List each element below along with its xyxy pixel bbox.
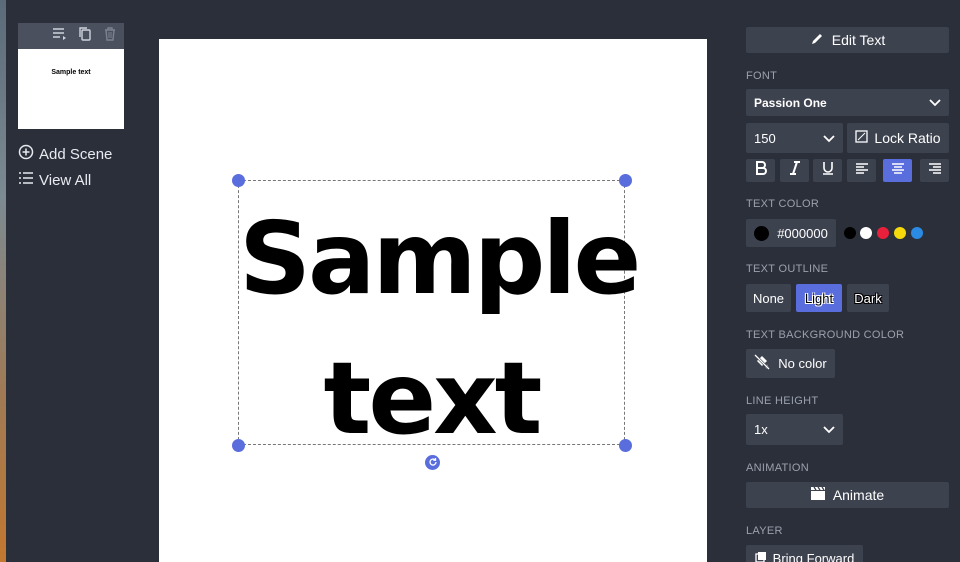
no-color-label: No color: [778, 356, 827, 371]
scene-thumbnail[interactable]: Sample text: [18, 23, 124, 129]
text-line-2: text: [323, 340, 543, 457]
align-left-icon: [855, 162, 869, 180]
no-color-button[interactable]: No color: [746, 349, 835, 378]
swatch-white[interactable]: [860, 227, 872, 239]
resize-handle-bottom-left[interactable]: [232, 439, 245, 452]
align-right-icon: [928, 162, 942, 180]
scene-thumbnail-toolbar: [18, 23, 124, 49]
canvas-area: Sample text: [134, 0, 733, 562]
lock-ratio-button[interactable]: Lock Ratio: [847, 123, 949, 153]
bring-forward-button[interactable]: Bring Forward: [746, 545, 863, 562]
layer-label: LAYER: [746, 525, 783, 537]
swatch-blue[interactable]: [911, 227, 923, 239]
plus-circle-icon: [18, 144, 34, 164]
animation-label: ANIMATION: [746, 462, 809, 474]
line-height-value: 1x: [754, 422, 768, 437]
font-name: Passion One: [754, 95, 827, 110]
rotate-handle[interactable]: [425, 455, 440, 470]
text-color-picker[interactable]: #000000: [746, 219, 836, 247]
view-all-label: View All: [39, 171, 92, 189]
line-height-select[interactable]: 1x: [746, 414, 843, 445]
underline-icon: [822, 161, 834, 180]
list-icon: [18, 170, 34, 190]
underline-button[interactable]: [813, 159, 842, 182]
swatch-red[interactable]: [877, 227, 889, 239]
line-height-label: LINE HEIGHT: [746, 395, 819, 407]
text-background-label: TEXT BACKGROUND COLOR: [746, 329, 905, 341]
duplicate-icon[interactable]: [77, 26, 93, 47]
align-left-button[interactable]: [847, 159, 876, 182]
trash-icon[interactable]: [102, 26, 118, 47]
scene-thumbnail-text: Sample text: [51, 69, 91, 76]
paint-bucket-slash-icon: [754, 354, 771, 373]
italic-icon: [789, 161, 801, 180]
text-color-value: #000000: [777, 225, 828, 241]
animate-button[interactable]: Animate: [746, 482, 949, 508]
font-size-select[interactable]: 150: [746, 123, 843, 153]
italic-button[interactable]: [780, 159, 809, 182]
align-center-icon: [891, 162, 905, 180]
outline-dark-button[interactable]: Dark: [847, 284, 889, 312]
resize-handle-top-right[interactable]: [619, 174, 632, 187]
view-all-button[interactable]: View All: [18, 170, 91, 190]
bold-button[interactable]: [746, 159, 775, 182]
pencil-icon: [810, 32, 824, 49]
text-element-content[interactable]: Sample text: [239, 189, 641, 469]
font-size-value: 150: [754, 130, 776, 146]
align-center-button[interactable]: [883, 159, 912, 182]
properties-panel: Edit Text FONT Passion One 150 Lock Rati…: [733, 0, 960, 562]
resize-handle-top-left[interactable]: [232, 174, 245, 187]
font-select[interactable]: Passion One: [746, 89, 949, 116]
rotate-icon: [428, 454, 438, 472]
add-scene-label: Add Scene: [39, 145, 113, 163]
outline-light-label: Light: [804, 290, 834, 306]
bring-forward-label: Bring Forward: [772, 550, 855, 562]
outline-none-label: None: [752, 290, 785, 306]
current-color-swatch: [754, 225, 770, 241]
animate-label: Animate: [832, 487, 885, 503]
text-element[interactable]: Sample text: [238, 180, 641, 457]
swatch-black[interactable]: [844, 227, 856, 239]
clapperboard-icon: [810, 486, 825, 503]
edit-text-label: Edit Text: [831, 32, 886, 48]
font-label: FONT: [746, 70, 778, 82]
outline-none-button[interactable]: None: [746, 284, 791, 312]
outline-light-button[interactable]: Light: [796, 284, 842, 312]
text-line-1: Sample: [239, 200, 641, 317]
chevron-down-icon: [823, 422, 835, 437]
lock-ratio-label: Lock Ratio: [874, 130, 941, 146]
outline-dark-label: Dark: [854, 290, 882, 306]
add-scene-button[interactable]: Add Scene: [18, 144, 112, 164]
canvas[interactable]: Sample text: [159, 39, 707, 562]
chevron-down-icon: [929, 95, 941, 110]
chevron-down-icon: [823, 131, 835, 146]
swatch-yellow[interactable]: [894, 227, 906, 239]
text-color-label: TEXT COLOR: [746, 198, 820, 210]
queue-icon[interactable]: [52, 26, 68, 47]
bring-forward-icon: [755, 551, 767, 562]
aspect-ratio-icon: [855, 130, 869, 146]
edit-text-button[interactable]: Edit Text: [746, 27, 949, 53]
resize-handle-bottom-right[interactable]: [619, 439, 632, 452]
scenes-panel: Sample text Add Scene View All: [6, 0, 134, 562]
text-outline-label: TEXT OUTLINE: [746, 263, 829, 275]
bold-icon: [755, 161, 767, 180]
align-right-button[interactable]: [920, 159, 949, 182]
